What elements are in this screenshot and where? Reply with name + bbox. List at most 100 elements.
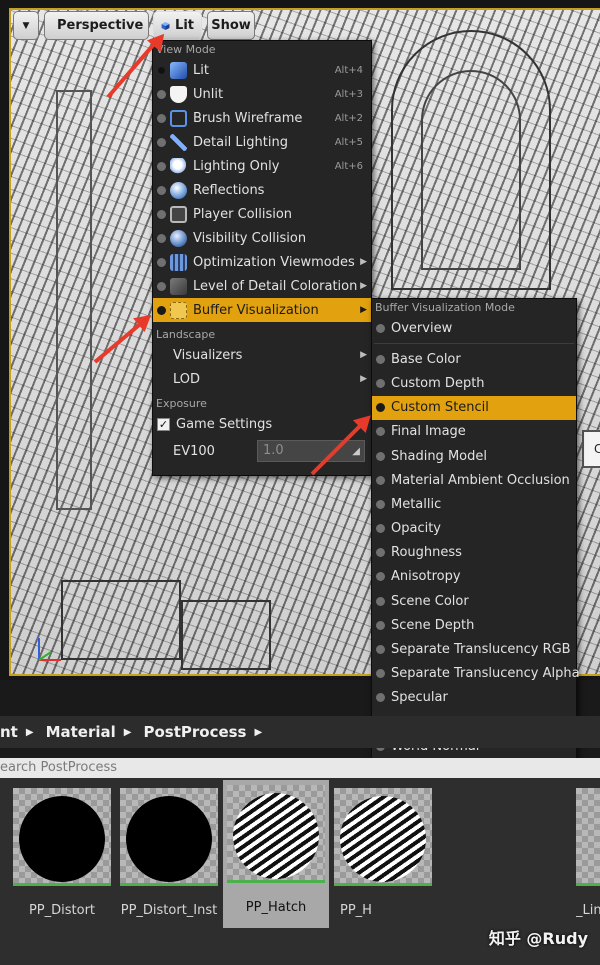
menu-item-anisotropy[interactable]: Anisotropy bbox=[372, 565, 576, 589]
radio-icon bbox=[157, 209, 166, 219]
menu-item-detail-lighting[interactable]: Detail Lighting Alt+5 bbox=[153, 130, 371, 154]
breadcrumb-arrow-icon[interactable]: ▶ bbox=[124, 727, 132, 738]
viewport-options-button[interactable]: ▼ bbox=[13, 11, 39, 40]
asset-thumbnail bbox=[13, 788, 111, 886]
breadcrumb-arrow-icon[interactable]: ▶ bbox=[254, 727, 262, 738]
breadcrumb-item[interactable]: nt bbox=[0, 723, 18, 741]
asset-tile-lin[interactable]: _Lin bbox=[576, 783, 600, 931]
menu-item-metallic[interactable]: Metallic bbox=[372, 492, 576, 516]
menu-item-label: Overview bbox=[391, 320, 453, 336]
breadcrumb-arrow-icon[interactable]: ▶ bbox=[26, 727, 34, 738]
asset-name: PP_Distort_Inst bbox=[120, 903, 218, 918]
checkbox-checked-icon[interactable]: ✓ bbox=[157, 417, 170, 431]
menu-item-label: Anisotropy bbox=[391, 569, 461, 585]
grid-icon bbox=[170, 253, 187, 271]
menu-item-roughness[interactable]: Roughness bbox=[372, 541, 576, 565]
view-mode-menu: View Mode Lit Alt+4 Unlit Alt+3 Brush Wi… bbox=[152, 40, 372, 476]
menu-item-opacity[interactable]: Opacity bbox=[372, 517, 576, 541]
section-exposure: Exposure bbox=[156, 397, 207, 410]
watermark: 知乎 @Rudy bbox=[488, 929, 588, 948]
menu-item-lighting-only[interactable]: Lighting Only Alt+6 bbox=[153, 154, 371, 178]
menu-item-visibility-collision[interactable]: Visibility Collision bbox=[153, 226, 371, 250]
radio-icon bbox=[376, 620, 385, 630]
menu-item-brush-wireframe[interactable]: Brush Wireframe Alt+2 bbox=[153, 106, 371, 130]
lit-cube-icon bbox=[161, 21, 170, 30]
menu-item-visualizers[interactable]: Visualizers ▶ bbox=[153, 343, 371, 367]
menu-item-custom-stencil[interactable]: Custom Stencil bbox=[372, 395, 576, 420]
lightbulb-icon bbox=[170, 157, 187, 175]
menu-item-label: Scene Depth bbox=[391, 617, 475, 633]
menu-item-optimization-viewmodes[interactable]: Optimization Viewmodes ▶ bbox=[153, 250, 371, 274]
submenu-arrow-icon: ▶ bbox=[360, 374, 367, 384]
perspective-button[interactable]: Perspective bbox=[44, 11, 149, 40]
menu-item-label: Unlit bbox=[193, 86, 224, 102]
menu-item-buffer-visualization[interactable]: Buffer Visualization ▶ bbox=[153, 298, 371, 322]
asset-thumbnail bbox=[334, 788, 432, 886]
submenu-arrow-icon: ▶ bbox=[360, 350, 367, 360]
shortcut-label: Alt+5 bbox=[334, 136, 363, 148]
menu-item-label: Shading Model bbox=[391, 448, 487, 464]
asset-search-input[interactable]: earch PostProcess bbox=[0, 758, 600, 778]
ev100-input[interactable]: 1.0 ◢ bbox=[257, 440, 365, 462]
menu-item-shading-model[interactable]: Shading Model bbox=[372, 444, 576, 468]
search-placeholder: earch PostProcess bbox=[0, 760, 118, 775]
menu-item-lit[interactable]: Lit Alt+4 bbox=[153, 58, 371, 82]
menu-item-final-image[interactable]: Final Image bbox=[372, 420, 576, 444]
menu-item-separate-translucency-rgb[interactable]: Separate Translucency RGB bbox=[372, 637, 576, 661]
menu-item-overview[interactable]: Overview bbox=[372, 316, 576, 340]
shortcut-label: Alt+6 bbox=[334, 160, 363, 172]
asset-tile-pp-distort-inst[interactable]: PP_Distort_Inst bbox=[120, 783, 218, 931]
menu-item-label: Custom Depth bbox=[391, 375, 485, 391]
radio-icon bbox=[376, 499, 385, 509]
menu-item-label: Opacity bbox=[391, 521, 442, 537]
menu-item-player-collision[interactable]: Player Collision bbox=[153, 202, 371, 226]
asset-name: _Lin bbox=[576, 903, 600, 918]
menu-item-scene-color[interactable]: Scene Color bbox=[372, 589, 576, 613]
menu-item-custom-depth[interactable]: Custom Depth bbox=[372, 371, 576, 395]
buffer-icon bbox=[170, 301, 187, 319]
radio-icon bbox=[376, 451, 385, 461]
breadcrumb-item[interactable]: Material bbox=[46, 723, 116, 741]
menu-item-separate-translucency-alpha[interactable]: Separate Translucency Alpha bbox=[372, 662, 580, 686]
asset-tile-pp-hatch[interactable]: PP_Hatch bbox=[223, 780, 329, 928]
menu-item-label: Custom Stencil bbox=[391, 400, 489, 416]
show-button[interactable]: Show bbox=[207, 11, 255, 40]
menu-item-unlit[interactable]: Unlit Alt+3 bbox=[153, 82, 371, 106]
menu-item-label: Brush Wireframe bbox=[193, 110, 303, 126]
menu-item-label: Detail Lighting bbox=[193, 134, 288, 150]
visibility-sphere-icon bbox=[170, 229, 187, 247]
menu-item-label: Player Collision bbox=[193, 206, 293, 222]
submenu-arrow-icon: ▶ bbox=[360, 281, 367, 291]
asset-name: PP_Distort bbox=[28, 903, 96, 918]
radio-icon bbox=[376, 403, 385, 413]
submenu-arrow-icon: ▶ bbox=[360, 257, 367, 267]
menu-item-specular[interactable]: Specular bbox=[372, 686, 576, 710]
menu-item-landscape-lod[interactable]: LOD ▶ bbox=[153, 367, 371, 391]
menu-item-label: Visualizers bbox=[173, 347, 243, 363]
perspective-label: Perspective bbox=[57, 18, 144, 33]
menu-item-base-color[interactable]: Base Color bbox=[372, 347, 576, 371]
section-view-mode: View Mode bbox=[156, 43, 216, 56]
crate-2 bbox=[181, 600, 271, 670]
menu-item-label: Final Image bbox=[391, 424, 466, 440]
radio-icon bbox=[376, 548, 385, 558]
menu-item-label: LOD bbox=[173, 371, 201, 387]
asset-tile-pp-distort[interactable]: PP_Distort bbox=[13, 783, 111, 931]
menu-item-scene-depth[interactable]: Scene Depth bbox=[372, 613, 576, 637]
radio-icon bbox=[157, 65, 166, 75]
sphere-icon bbox=[170, 181, 187, 199]
radio-icon bbox=[157, 305, 166, 315]
menu-item-reflections[interactable]: Reflections bbox=[153, 178, 371, 202]
asset-tile-pp-h[interactable]: PP_H bbox=[334, 783, 432, 931]
radio-icon bbox=[157, 257, 166, 267]
menu-item-material-ambient-occlusion[interactable]: Material Ambient Occlusion bbox=[372, 468, 576, 492]
menu-item-lod-coloration[interactable]: Level of Detail Coloration ▶ bbox=[153, 274, 371, 298]
menu-item-label: Level of Detail Coloration bbox=[193, 278, 358, 294]
ev100-value: 1.0 bbox=[263, 443, 284, 458]
hatched-sphere-preview bbox=[340, 796, 426, 882]
breadcrumb-item[interactable]: PostProcess bbox=[143, 723, 246, 741]
shortcut-label: Alt+2 bbox=[334, 112, 363, 124]
menu-item-game-settings[interactable]: ✓ Game Settings bbox=[153, 412, 371, 436]
radio-icon bbox=[157, 233, 166, 243]
menu-item-label: Base Color bbox=[391, 351, 461, 367]
